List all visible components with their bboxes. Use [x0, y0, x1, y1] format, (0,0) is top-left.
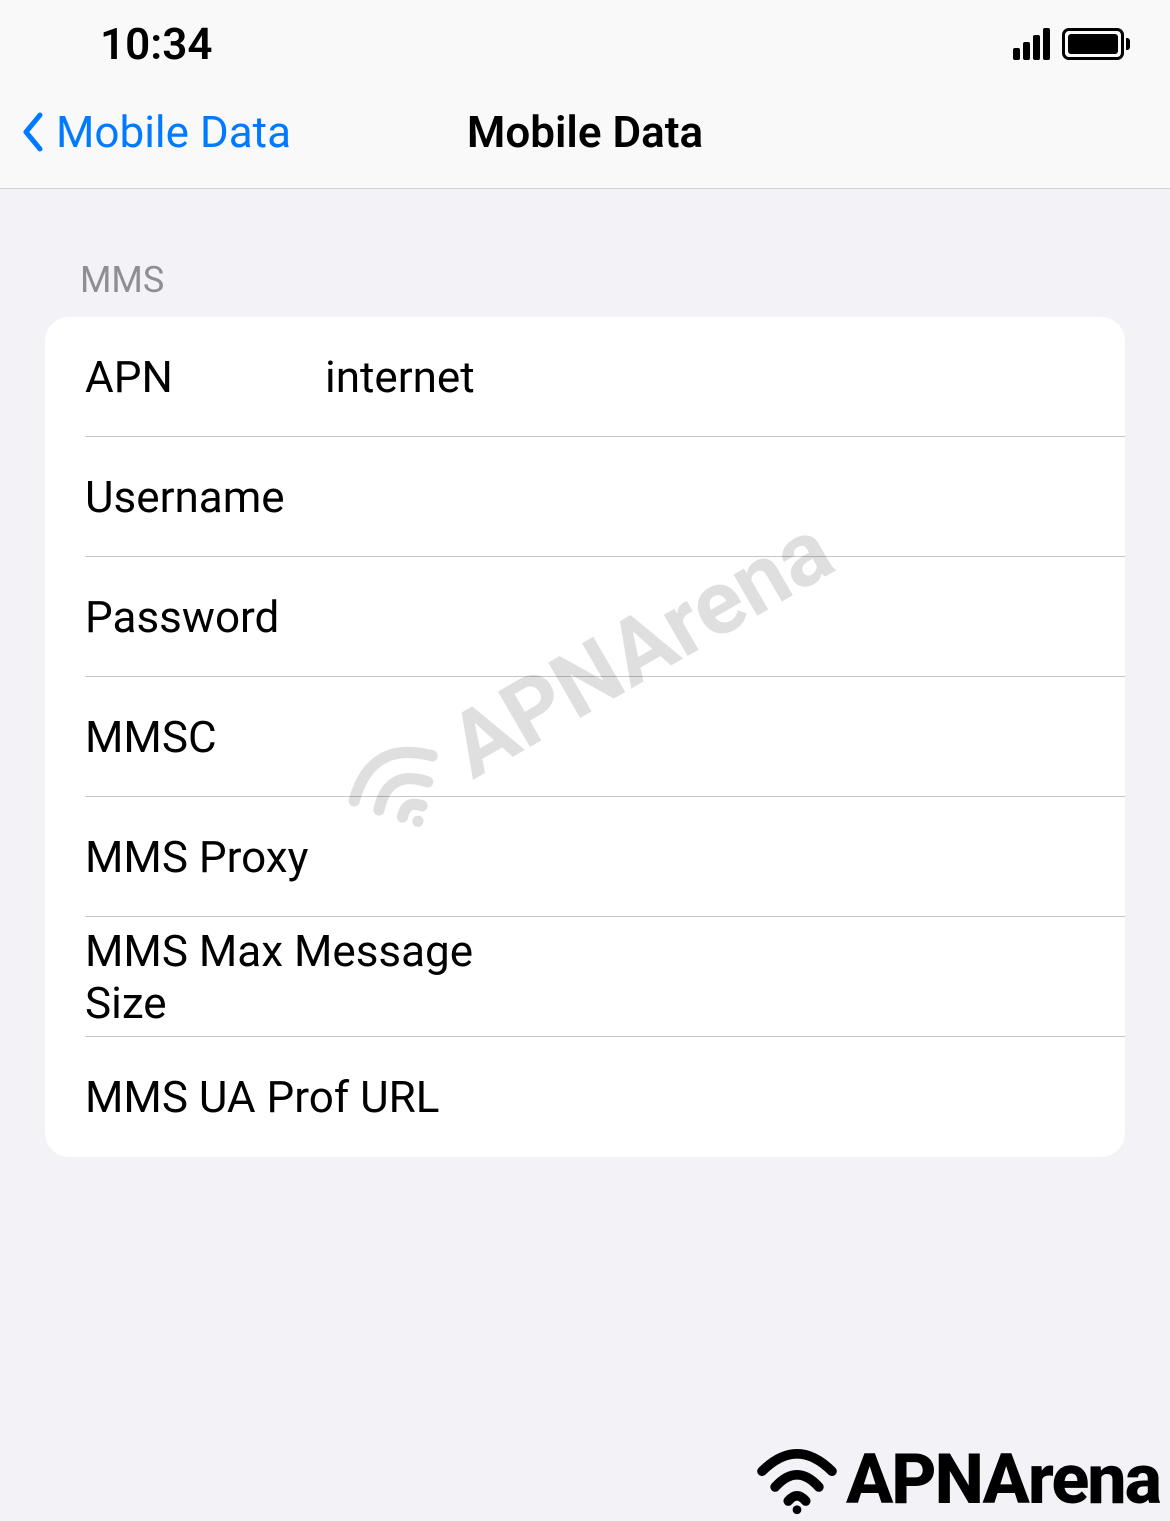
mms-ua-prof-url-label: MMS UA Prof URL [85, 1071, 439, 1123]
brand-text: APNArena [846, 1439, 1160, 1521]
username-row[interactable]: Username [45, 437, 1125, 557]
password-row[interactable]: Password [45, 557, 1125, 677]
password-label: Password [85, 591, 325, 643]
chevron-left-icon [20, 111, 44, 153]
mms-proxy-label: MMS Proxy [85, 831, 308, 883]
password-input[interactable] [325, 591, 1085, 643]
mms-ua-prof-url-input[interactable] [439, 1071, 1085, 1123]
wifi-icon [752, 1445, 842, 1515]
cellular-signal-icon [1013, 28, 1050, 60]
back-button-label: Mobile Data [56, 106, 291, 158]
mms-ua-prof-url-row[interactable]: MMS UA Prof URL [45, 1037, 1125, 1157]
mms-proxy-row[interactable]: MMS Proxy [45, 797, 1125, 917]
mms-max-size-row[interactable]: MMS Max Message Size [45, 917, 1125, 1037]
status-bar: 10:34 [0, 0, 1170, 88]
page-title: Mobile Data [467, 106, 703, 158]
status-time: 10:34 [100, 18, 213, 70]
battery-icon [1062, 28, 1130, 60]
mms-settings-group: APN Username Password MMSC MMS Proxy MMS… [45, 317, 1125, 1157]
nav-header: Mobile Data Mobile Data [0, 88, 1170, 189]
mmsc-row[interactable]: MMSC [45, 677, 1125, 797]
username-input[interactable] [325, 471, 1085, 523]
apn-label: APN [85, 351, 325, 403]
mms-max-size-input[interactable] [527, 951, 1085, 1003]
username-label: Username [85, 471, 325, 523]
apn-input[interactable] [325, 351, 1085, 403]
mmsc-label: MMSC [85, 711, 325, 763]
status-indicators [1013, 28, 1130, 60]
brand-footer: APNArena [752, 1439, 1160, 1521]
section-header-mms: MMS [0, 189, 1170, 317]
back-button[interactable]: Mobile Data [20, 106, 291, 158]
mms-proxy-input[interactable] [308, 831, 1085, 883]
mms-max-size-label: MMS Max Message Size [85, 925, 527, 1029]
apn-row[interactable]: APN [45, 317, 1125, 437]
mmsc-input[interactable] [325, 711, 1085, 763]
